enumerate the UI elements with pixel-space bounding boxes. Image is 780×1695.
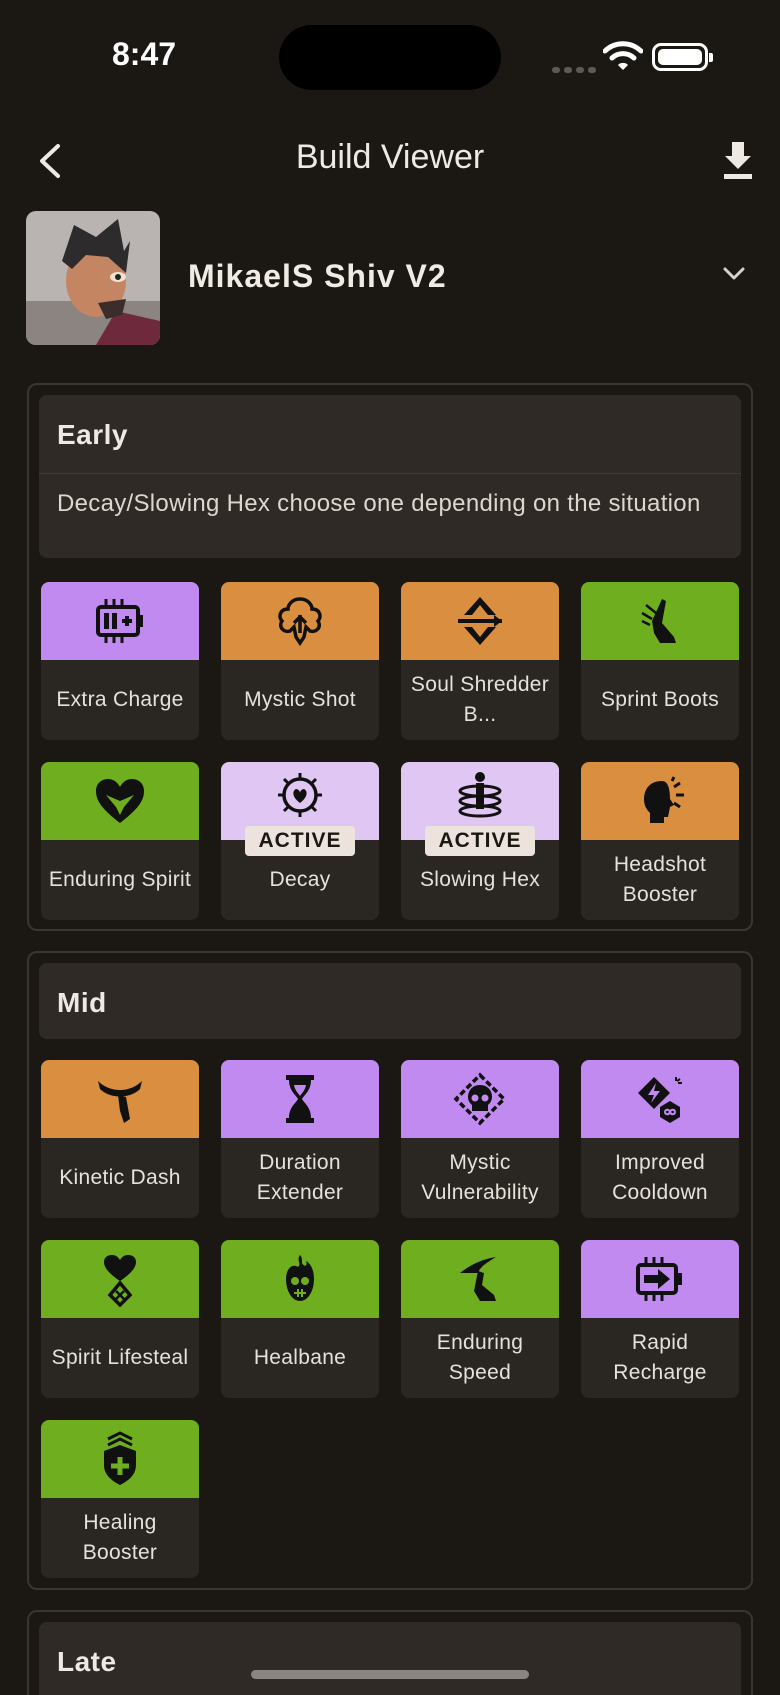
decay-icon [278, 773, 322, 817]
item-headshot-booster[interactable]: Headshot Booster [581, 762, 739, 920]
shield-plus-icon [104, 1431, 136, 1485]
section-early: Early Decay/Slowing Hex choose one depen… [27, 383, 753, 931]
section-note: Decay/Slowing Hex choose one depending o… [39, 473, 741, 558]
item-label: Enduring Speed [436, 1331, 524, 1384]
item-label: Rapid Recharge [613, 1331, 707, 1384]
item-label: Healing Booster [82, 1511, 158, 1564]
item-label: Duration Extender [256, 1151, 344, 1204]
dynamic-island [279, 25, 501, 90]
chevron-down-icon[interactable] [716, 256, 752, 292]
section-late: Late [27, 1610, 753, 1695]
item-enduring-speed[interactable]: Enduring Speed [401, 1240, 559, 1398]
item-soul-shredder[interactable]: Soul Shredder B... [401, 582, 559, 740]
item-label: Healbane [253, 1346, 347, 1369]
winged-boot-icon [460, 1257, 496, 1301]
item-icon-area [221, 1240, 379, 1318]
item-mystic-shot[interactable]: Mystic Shot [221, 582, 379, 740]
item-label: Sprint Boots [601, 688, 719, 711]
item-kinetic-dash[interactable]: Kinetic Dash [41, 1060, 199, 1218]
status-time: 8:47 [112, 36, 177, 72]
skull-flame-icon [286, 1255, 314, 1301]
item-label: Mystic Shot [244, 688, 356, 711]
item-label: Decay [269, 868, 331, 891]
scarf-icon [98, 1081, 142, 1123]
item-sprint-boots[interactable]: Sprint Boots [581, 582, 739, 740]
item-label: Enduring Spirit [48, 868, 192, 891]
item-label: Headshot Booster [613, 853, 707, 906]
item-label: Extra Charge [56, 688, 184, 711]
battery-arrow-icon [636, 1257, 682, 1301]
soul-shredder-icon [458, 597, 502, 645]
hero-avatar [26, 211, 160, 345]
battery-charge-icon [96, 599, 143, 643]
build-selector[interactable]: MikaelS Shiv V2 [26, 211, 756, 345]
hourglass-icon [286, 1075, 314, 1123]
cooldown-icon [638, 1077, 682, 1123]
section-title: Late [57, 1646, 117, 1677]
item-label: Soul Shredder B... [410, 673, 550, 726]
download-button[interactable] [718, 138, 758, 182]
item-label: Slowing Hex [419, 868, 541, 891]
item-icon-area [41, 582, 199, 660]
wifi-icon [603, 41, 643, 70]
item-icon-area [401, 1240, 559, 1318]
home-indicator[interactable] [251, 1670, 529, 1679]
item-icon-area [41, 1420, 199, 1498]
heart-drop-icon [104, 1255, 136, 1307]
item-icon-area [221, 582, 379, 660]
section-header: Mid [39, 963, 741, 1039]
item-duration-extender[interactable]: Duration Extender [221, 1060, 379, 1218]
battery-icon [652, 43, 713, 71]
item-icon-area [221, 1060, 379, 1138]
item-rapid-recharge[interactable]: Rapid Recharge [581, 1240, 739, 1398]
item-icon-area [41, 762, 199, 840]
boot-icon [641, 599, 676, 643]
mystic-shot-icon [278, 597, 322, 647]
item-spirit-lifesteal[interactable]: Spirit Lifesteal [41, 1240, 199, 1398]
item-icon-area [401, 582, 559, 660]
page-title: Build Viewer [295, 138, 485, 176]
heart-spirit-icon [96, 779, 144, 823]
item-label: Improved Cooldown [612, 1151, 708, 1204]
item-icon-area [581, 1060, 739, 1138]
skull-diamond-icon [453, 1072, 507, 1126]
item-healing-booster[interactable]: Healing Booster [41, 1420, 199, 1578]
status-bar: 8:47 [0, 0, 780, 110]
item-icon-area [41, 1240, 199, 1318]
item-healbane[interactable]: Healbane [221, 1240, 379, 1398]
item-decay[interactable]: ACTIVE Decay [221, 762, 379, 920]
item-label: Spirit Lifesteal [51, 1346, 189, 1369]
build-name: MikaelS Shiv V2 [188, 258, 447, 294]
section-title: Early [57, 419, 128, 450]
item-icon-area [401, 1060, 559, 1138]
item-icon-area [581, 582, 739, 660]
section-header: Early [39, 395, 741, 473]
item-label: Kinetic Dash [59, 1166, 181, 1189]
item-icon-area [581, 1240, 739, 1318]
section-header: Late [39, 1622, 741, 1695]
headshot-icon [644, 776, 684, 823]
item-enduring-spirit[interactable]: Enduring Spirit [41, 762, 199, 920]
slowing-hex-icon [458, 772, 502, 818]
item-icon-area [41, 1060, 199, 1138]
section-title: Mid [57, 987, 107, 1018]
section-mid: Mid Kinetic Dash Duration Extender Mysti… [27, 951, 753, 1590]
item-extra-charge[interactable]: Extra Charge [41, 582, 199, 740]
item-label: Mystic Vulnerability [421, 1151, 539, 1204]
nav-header: Build Viewer [0, 120, 780, 200]
item-icon-area [581, 762, 739, 840]
item-slowing-hex[interactable]: ACTIVE Slowing Hex [401, 762, 559, 920]
cellular-signal-icon [552, 60, 600, 78]
item-mystic-vulnerability[interactable]: Mystic Vulnerability [401, 1060, 559, 1218]
item-improved-cooldown[interactable]: Improved Cooldown [581, 1060, 739, 1218]
